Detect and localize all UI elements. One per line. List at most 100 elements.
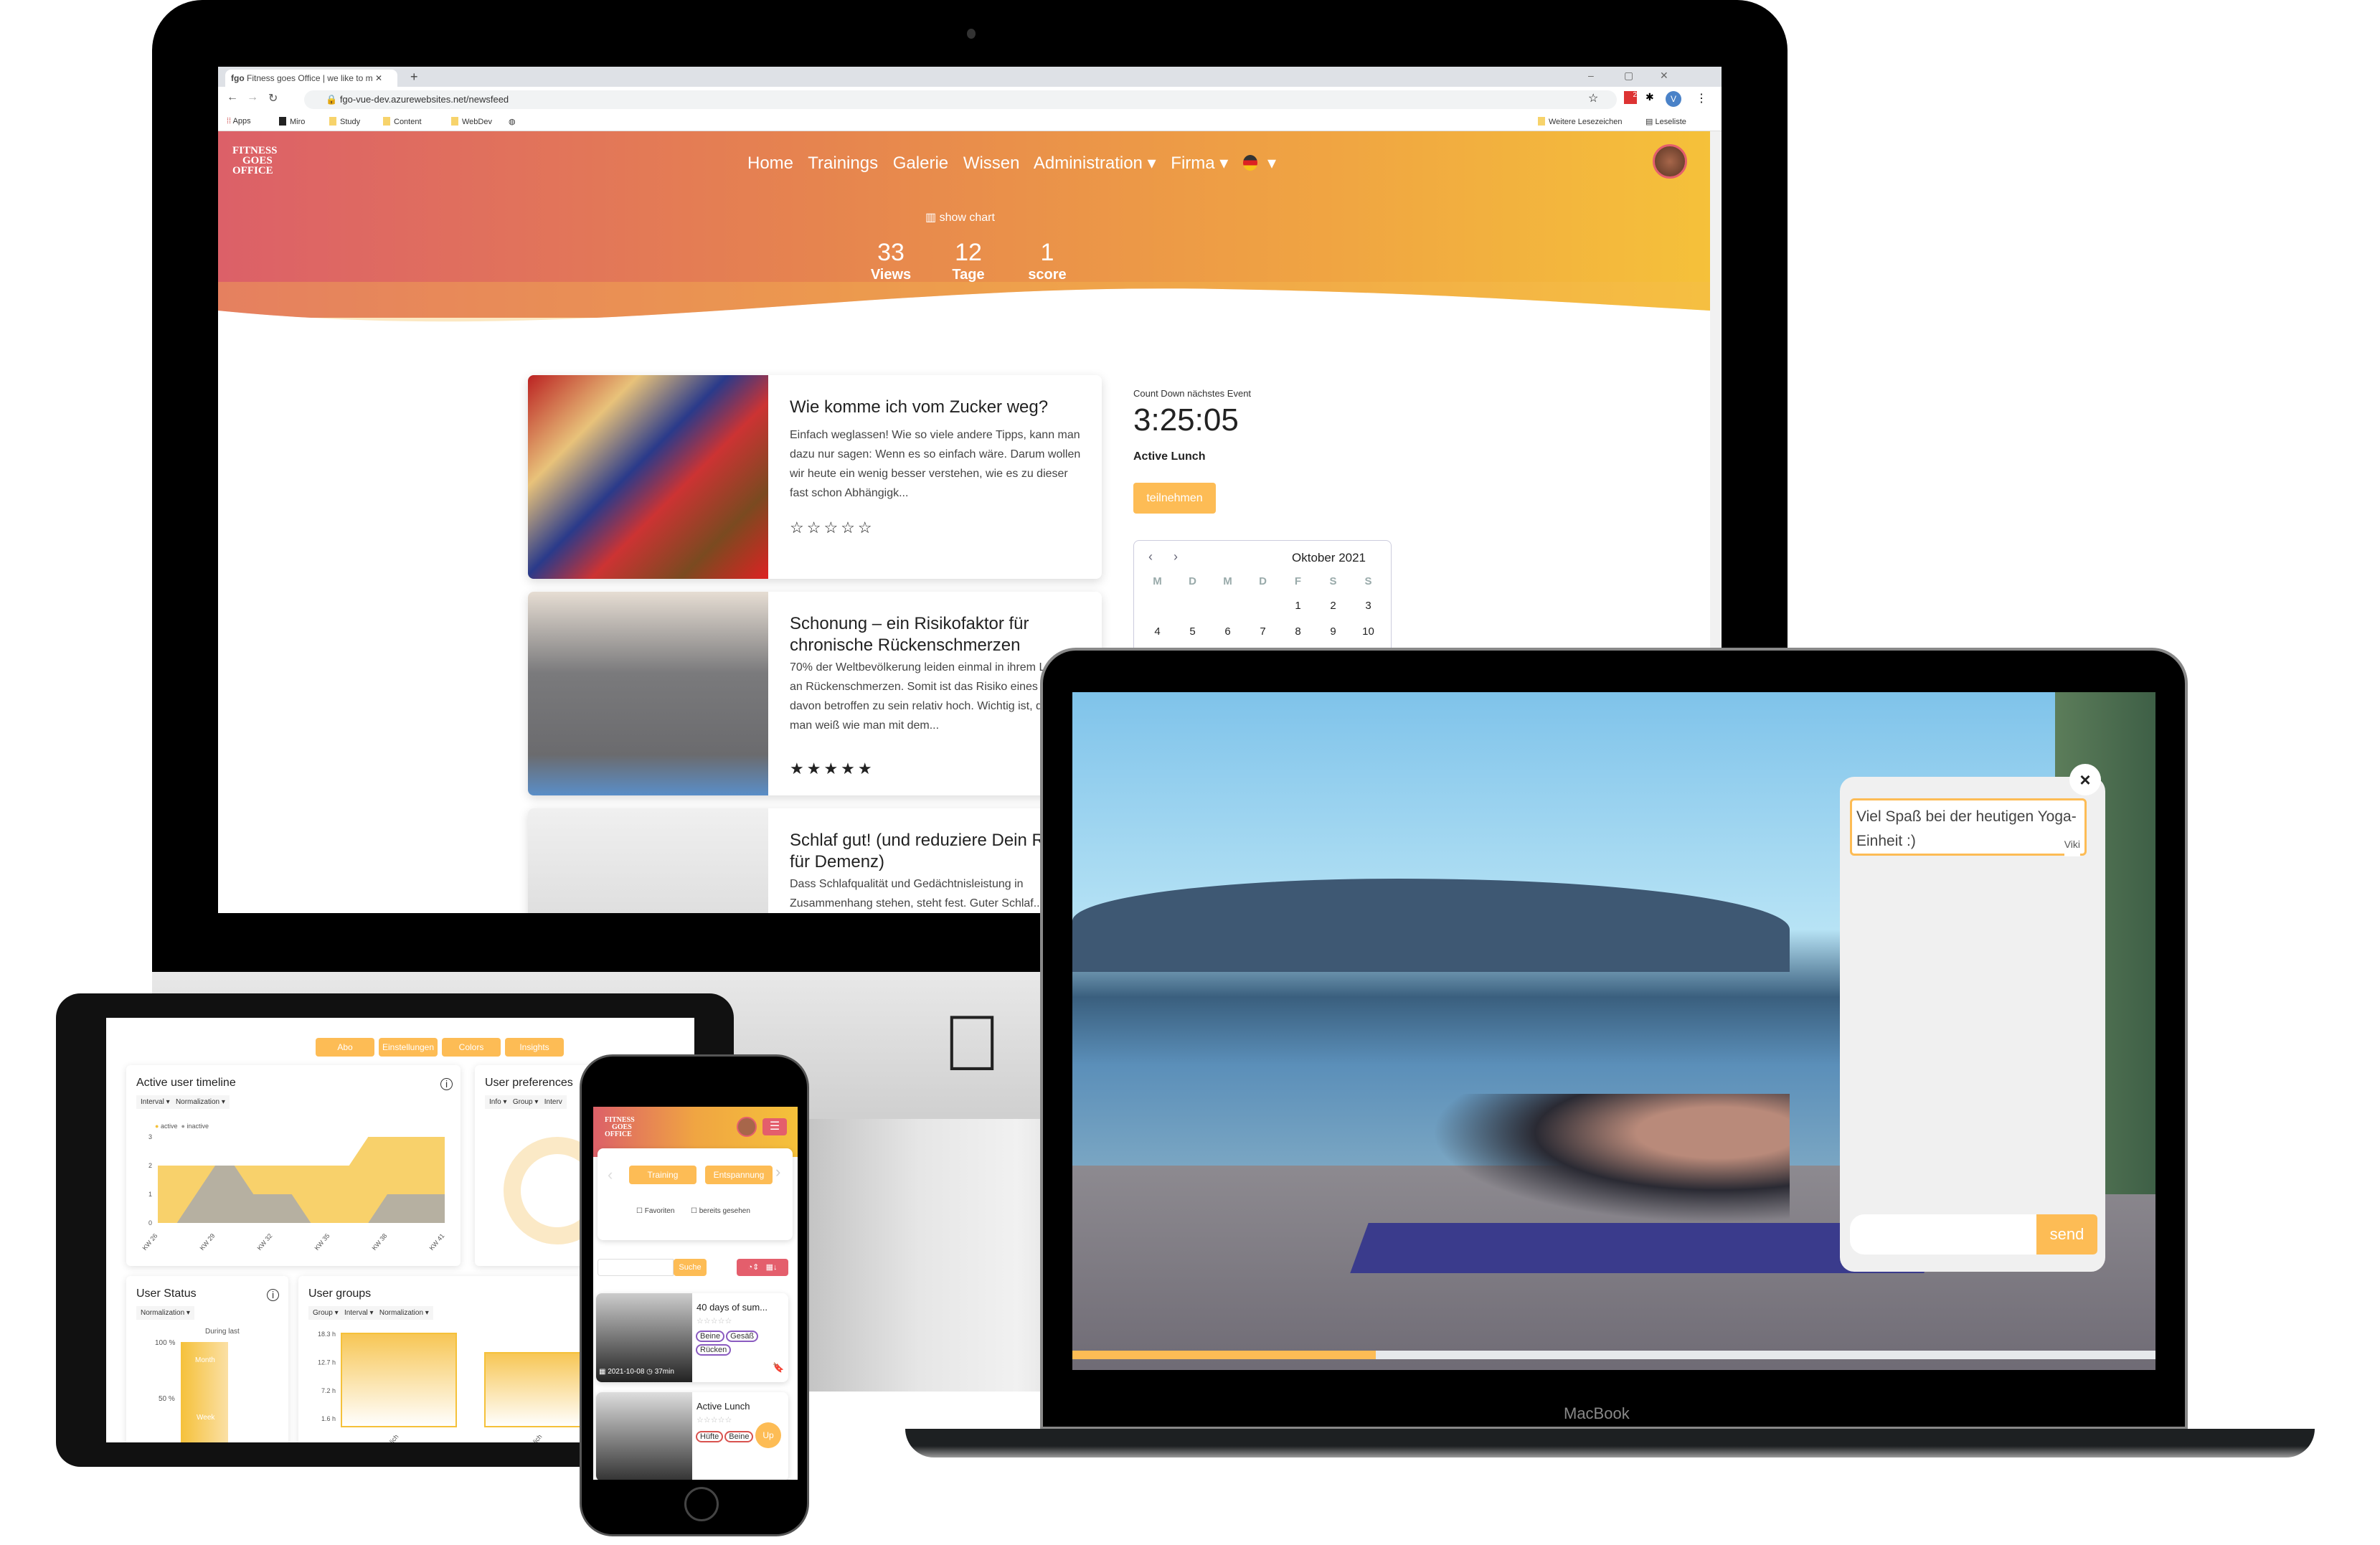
calendar-day[interactable] [1175,600,1210,612]
interval-dropdown[interactable]: Interval ▾ [344,1309,374,1317]
group-dropdown[interactable]: Group ▾ [313,1309,339,1317]
tag[interactable]: Beine [696,1331,725,1342]
bookmark-apps[interactable]: ⁞⁞ Apps [227,117,251,126]
browser-tab[interactable]: fgo Fitness goes Office | we like to m ✕ [225,70,397,87]
chat-send-button[interactable]: send [2036,1214,2097,1255]
calendar-day[interactable]: 8 [1280,625,1316,638]
rating-stars[interactable]: ★★★★★ [790,760,875,778]
info-dropdown[interactable]: Info ▾ [489,1098,506,1106]
minimize-icon[interactable]: – [1588,70,1594,81]
tab-abo[interactable]: Abo [316,1038,374,1057]
tag[interactable]: Hüfte [696,1431,724,1442]
tag[interactable]: Rücken [696,1344,732,1356]
favorites-checkbox[interactable]: ☐ Favoriten [636,1207,674,1215]
profile-icon[interactable]: V [1666,91,1681,107]
tag[interactable]: Gesäß [726,1331,759,1342]
sort-buttons[interactable]: ◔⇕ ▦↓ [737,1259,788,1276]
calendar-day[interactable]: 2 [1316,600,1351,612]
language-selector[interactable]: ▾ [1243,153,1286,173]
close-window-icon[interactable]: ✕ [1660,70,1668,82]
interval-dropdown[interactable]: Interv [544,1098,562,1106]
menu-icon[interactable]: ⋮ [1696,91,1707,105]
nav-wissen[interactable]: Wissen [963,153,1020,173]
scroll-up-button[interactable]: Up [755,1422,781,1448]
rating-stars[interactable]: ☆☆☆☆☆ [790,519,875,537]
normalization-dropdown[interactable]: Normalization ▾ [176,1098,225,1106]
group-dropdown[interactable]: Group ▾ [513,1098,539,1106]
article-card[interactable]: Wie komme ich vom Zucker weg? Einfach we… [528,375,1102,579]
nav-administration[interactable]: Administration ▾ [1034,153,1156,173]
calendar-day[interactable] [1210,600,1245,612]
article-card[interactable]: Schlaf gut! (und reduziere Dein Risiko f… [528,808,1102,913]
site-logo[interactable]: FITNESS GOES OFFICE [232,146,278,176]
extension-icon[interactable]: 2 [1624,91,1637,104]
puzzle-icon[interactable]: ✱ [1645,91,1654,103]
calendar-day[interactable] [1245,600,1280,612]
interval-dropdown[interactable]: Interval ▾ [141,1098,170,1106]
category-entspannung[interactable]: Entspannung [705,1166,773,1184]
bookmark-miro[interactable]: Miro [279,117,305,126]
back-icon[interactable]: ← [227,91,238,104]
calendar-day[interactable]: 10 [1351,625,1386,638]
calendar-day[interactable]: 5 [1175,625,1210,638]
calendar-day[interactable]: 4 [1140,625,1175,638]
tag[interactable]: Beine [724,1431,754,1442]
article-card[interactable]: Schonung – ein Risikofaktor für chronisc… [528,592,1102,795]
nav-home[interactable]: Home [747,153,793,173]
mobile-logo[interactable]: FITNESS GOES OFFICE [605,1117,635,1138]
join-button[interactable]: teilnehmen [1133,483,1216,514]
star-icon[interactable]: ☆ [1588,91,1598,105]
sort-date-icon[interactable]: ▦↓ [766,1263,778,1272]
rating-stars[interactable]: ☆☆☆☆☆ [696,1316,732,1326]
bookmark-content[interactable]: Content [383,117,422,126]
globe-icon[interactable]: ◍ [509,117,516,126]
tab-insights[interactable]: Insights [505,1038,564,1057]
search-input[interactable] [598,1259,674,1276]
calendar-day[interactable]: 3 [1351,600,1386,612]
panel-title: Active user timeline [136,1077,236,1089]
close-chat-icon[interactable]: × [2069,764,2101,795]
search-button[interactable]: Suche [674,1259,707,1276]
bookmark-study[interactable]: Study [329,117,360,126]
forward-icon[interactable]: → [247,91,258,104]
video-player[interactable]: Viel Spaß bei der heutigen Yoga-Einheit … [1072,692,2155,1370]
info-icon[interactable]: i [267,1289,279,1301]
show-chart-link[interactable]: ▥ show chart [925,210,995,225]
user-avatar[interactable] [737,1117,757,1137]
home-button[interactable] [684,1487,719,1521]
tab-colors[interactable]: Colors [442,1038,501,1057]
rating-stars[interactable]: ☆☆☆☆☆ [696,1415,732,1424]
normalization-dropdown[interactable]: Normalization ▾ [379,1309,429,1317]
calendar-day[interactable]: 1 [1280,600,1316,612]
nav-firma[interactable]: Firma ▾ [1171,153,1228,173]
next-month-icon[interactable]: › [1174,549,1178,564]
seen-checkbox[interactable]: ☐ bereits gesehen [691,1207,750,1215]
maximize-icon[interactable]: ▢ [1624,70,1633,82]
prev-month-icon[interactable]: ‹ [1148,549,1153,564]
bookmark-icon[interactable]: 🔖 [773,1362,784,1374]
user-avatar[interactable] [1653,144,1687,179]
category-training[interactable]: Training [629,1166,696,1184]
nav-trainings[interactable]: Trainings [808,153,878,173]
sort-duration-icon[interactable]: ◔⇕ [748,1263,760,1272]
tab-einstellungen[interactable]: Einstellungen [379,1038,438,1057]
calendar-day[interactable]: 6 [1210,625,1245,638]
new-tab-button[interactable]: + [410,70,418,85]
chat-input[interactable] [1850,1214,2036,1255]
reload-icon[interactable]: ↻ [268,91,278,105]
nav-galerie[interactable]: Galerie [893,153,948,173]
normalization-dropdown[interactable]: Normalization ▾ [141,1309,190,1317]
bookmark-more[interactable]: Weitere Lesezeichen [1538,117,1623,126]
calendar-day[interactable]: 7 [1245,625,1280,638]
video-card[interactable]: ▦ 2021-10-08 ◷ 37min 40 days of sum... ☆… [596,1293,788,1382]
bookmark-webdev[interactable]: WebDev [451,117,492,126]
reading-list[interactable]: ▤ Leseliste [1645,117,1686,126]
info-icon[interactable]: i [440,1078,453,1090]
hamburger-menu-icon[interactable]: ☰ [762,1118,787,1135]
calendar-day[interactable] [1140,600,1175,612]
calendar-day[interactable]: 9 [1316,625,1351,638]
video-progress-bar[interactable] [1072,1351,2155,1359]
prev-icon[interactable]: ‹ [608,1166,613,1184]
next-icon[interactable]: › [775,1163,780,1181]
url-input[interactable]: 🔒 fgo-vue-dev.azurewebsites.net/newsfeed [304,90,1617,109]
